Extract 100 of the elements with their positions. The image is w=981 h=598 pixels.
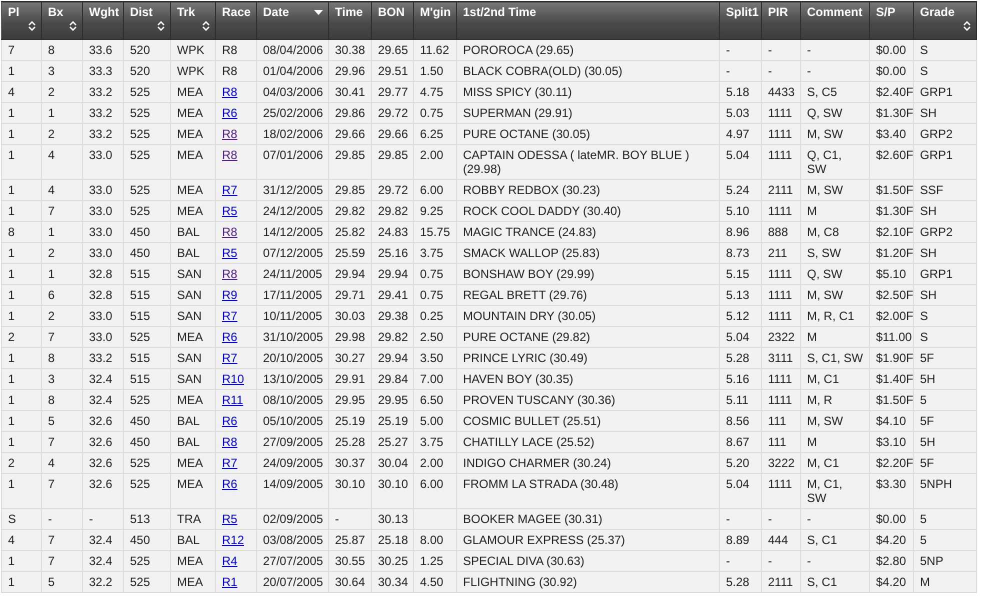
- table-cell: 1: [2, 474, 42, 508]
- table-cell: ROCK COOL DADDY (30.40): [456, 200, 720, 222]
- column-header[interactable]: Time: [328, 2, 372, 40]
- table-cell: 33.2: [82, 82, 124, 102]
- table-cell: 29.94: [372, 348, 414, 368]
- column-header[interactable]: Dist: [124, 2, 170, 40]
- table-cell: 3: [42, 60, 82, 82]
- table-cell: 1111: [762, 368, 800, 390]
- table-cell: 30.38: [328, 40, 372, 60]
- table-cell: SH: [914, 284, 976, 306]
- table-cell: 29.71: [328, 284, 372, 306]
- column-header[interactable]: PIR: [762, 2, 800, 40]
- table-cell: MEA: [170, 180, 216, 200]
- table-cell: 30.03: [328, 306, 372, 326]
- table-cell: 5H: [914, 368, 976, 390]
- table-cell: 29.77: [372, 82, 414, 102]
- table-cell: 1111: [762, 474, 800, 508]
- table-cell: $2.60F: [870, 144, 914, 180]
- table-cell: 5.16: [720, 368, 762, 390]
- table-cell: 30.55: [328, 550, 372, 572]
- table-cell: MEA: [170, 124, 216, 144]
- table-cell: 25.59: [328, 242, 372, 264]
- column-header[interactable]: Trk: [170, 2, 216, 40]
- table-cell: 33.2: [82, 348, 124, 368]
- table-cell: 7: [42, 474, 82, 508]
- table-cell: -: [720, 40, 762, 60]
- table-cell: 5.24: [720, 180, 762, 200]
- table-cell: $2.40F: [870, 82, 914, 102]
- table-cell: 32.6: [82, 432, 124, 452]
- column-header[interactable]: Pl: [2, 2, 42, 40]
- table-cell: S: [914, 306, 976, 326]
- table-cell: 9.25: [414, 200, 456, 222]
- table-cell: 5: [914, 508, 976, 530]
- table-cell: 5.10: [720, 200, 762, 222]
- table-cell: WPK: [170, 60, 216, 82]
- column-header[interactable]: Wght: [82, 2, 124, 40]
- table-cell: INDIGO CHARMER (30.24): [456, 452, 720, 474]
- table-cell: 3.75: [414, 242, 456, 264]
- table-cell: 29.95: [372, 390, 414, 410]
- table-cell: $1.40F: [870, 368, 914, 390]
- table-cell: 1: [2, 284, 42, 306]
- table-cell: COSMIC BULLET (25.51): [456, 410, 720, 432]
- table-cell: 8.56: [720, 410, 762, 432]
- table-cell: -: [720, 550, 762, 572]
- table-cell: 01/04/2006: [256, 60, 328, 82]
- table-cell: MEA: [170, 144, 216, 180]
- table-cell: 33.0: [82, 200, 124, 222]
- table-cell: M, C8: [800, 222, 870, 242]
- table-cell: 24/11/2005: [256, 264, 328, 284]
- table-cell: $4.10: [870, 410, 914, 432]
- table-cell: GLAMOUR EXPRESS (25.37): [456, 530, 720, 550]
- table-cell: MEA: [170, 102, 216, 124]
- table-cell: 25.16: [372, 242, 414, 264]
- column-header[interactable]: Split1: [720, 2, 762, 40]
- table-cell: 5.03: [720, 102, 762, 124]
- table-cell: 29.51: [372, 60, 414, 82]
- table-cell: 5F: [914, 348, 976, 368]
- table-cell: M: [800, 432, 870, 452]
- column-header[interactable]: Comment: [800, 2, 870, 40]
- race-link[interactable]: R8: [222, 148, 238, 162]
- column-header[interactable]: 1st/2nd Time: [456, 2, 720, 40]
- column-header[interactable]: Grade: [914, 2, 976, 40]
- table-cell: ROBBY REDBOX (30.23): [456, 180, 720, 200]
- column-header[interactable]: Bx: [42, 2, 82, 40]
- table-cell: -: [82, 508, 124, 530]
- column-header[interactable]: Date: [256, 2, 328, 40]
- table-cell: 5.00: [414, 410, 456, 432]
- table-cell: M: [800, 326, 870, 348]
- column-header[interactable]: S/P: [870, 2, 914, 40]
- table-cell: 525: [124, 390, 170, 410]
- table-cell: -: [762, 60, 800, 82]
- table-cell: 5.04: [720, 474, 762, 508]
- column-header[interactable]: M'gin: [414, 2, 456, 40]
- column-header[interactable]: BON: [372, 2, 414, 40]
- table-cell: 525: [124, 452, 170, 474]
- table-cell: 450: [124, 222, 170, 242]
- table-cell: 1: [2, 306, 42, 326]
- table-cell: 29.82: [372, 200, 414, 222]
- table-cell: 29.66: [328, 124, 372, 144]
- table-cell: 3222: [762, 452, 800, 474]
- table-cell: 444: [762, 530, 800, 550]
- table-cell: 29.91: [328, 368, 372, 390]
- table-cell: 32.6: [82, 410, 124, 432]
- column-header[interactable]: Race: [216, 2, 256, 40]
- table-cell: 1: [2, 200, 42, 222]
- table-cell: -: [762, 40, 800, 60]
- table-cell: S: [914, 326, 976, 348]
- table-cell: 29.85: [328, 144, 372, 180]
- table-cell: 1: [2, 242, 42, 264]
- table-cell: 29.95: [328, 390, 372, 410]
- table-cell: 525: [124, 144, 170, 180]
- race-link[interactable]: R6: [222, 477, 238, 491]
- table-cell: 3: [42, 368, 82, 390]
- table-cell: 8.89: [720, 530, 762, 550]
- table-cell: 20/07/2005: [256, 572, 328, 592]
- table-cell: 4.75: [414, 82, 456, 102]
- table-cell: R8: [216, 40, 256, 60]
- table-cell: 450: [124, 530, 170, 550]
- table-cell: $0.00: [870, 40, 914, 60]
- table-cell: 27/09/2005: [256, 432, 328, 452]
